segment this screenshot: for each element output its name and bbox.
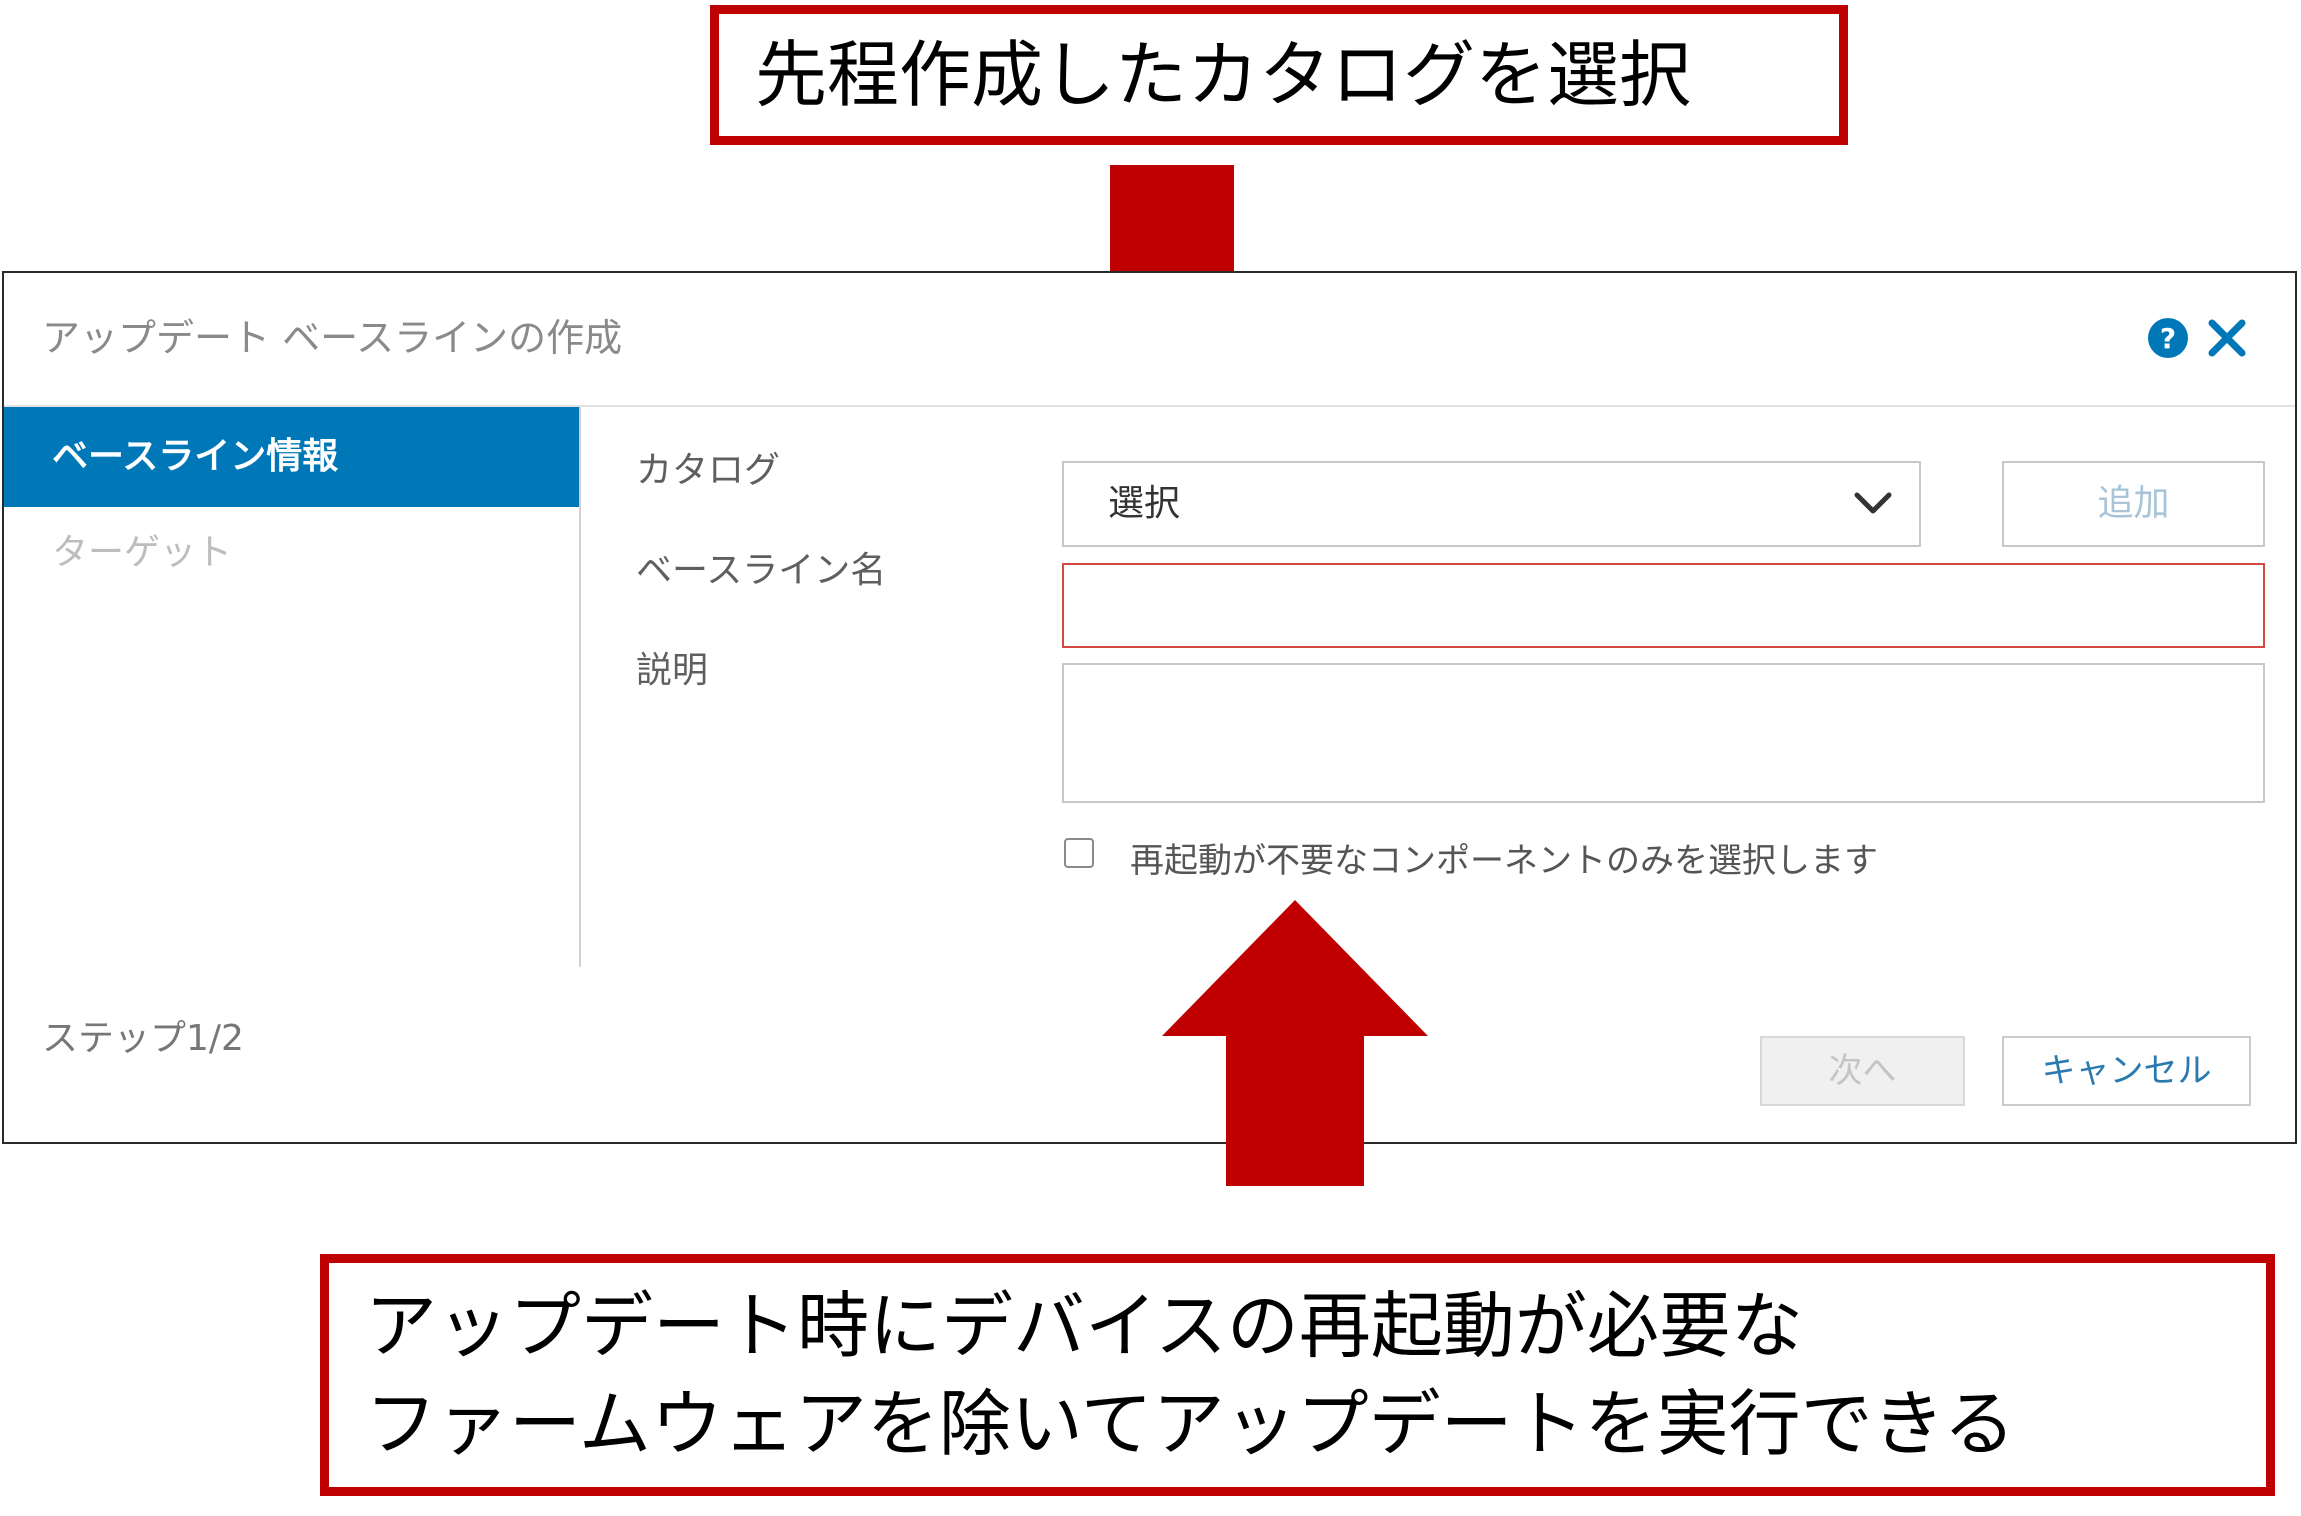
sidebar-item-baseline-info[interactable]: ベースライン情報 bbox=[4, 407, 579, 507]
baseline-name-label: ベースライン名 bbox=[636, 550, 887, 591]
annotation-text-top: 先程作成したカタログを選択 bbox=[755, 33, 1692, 117]
catalog-select[interactable]: 選択 bbox=[1062, 461, 1921, 547]
annotation-callout-bottom: アップデート時にデバイスの再起動が必要な ファームウェアを除いてアップデートを実… bbox=[320, 1254, 2275, 1496]
reboot-not-required-label[interactable]: 再起動が不要なコンポーネントのみを選択します bbox=[1130, 833, 1878, 882]
reboot-not-required-checkbox[interactable] bbox=[1064, 838, 1094, 868]
add-button[interactable]: 追加 bbox=[2002, 461, 2265, 547]
wizard-sidebar: ベースライン情報 ターゲット bbox=[4, 407, 581, 967]
create-baseline-dialog: アップデート ベースラインの作成 ? ベースライン情報 ターゲット カタログ 選… bbox=[2, 271, 2297, 1144]
chevron-down-icon bbox=[1854, 492, 1892, 514]
description-label: 説明 bbox=[636, 650, 709, 691]
step-indicator: ステップ1/2 bbox=[42, 1018, 244, 1059]
dialog-title: アップデート ベースラインの作成 bbox=[42, 316, 623, 360]
baseline-name-input[interactable] bbox=[1062, 563, 2265, 648]
close-icon[interactable] bbox=[2206, 317, 2248, 359]
annotation-arrow-up bbox=[1162, 900, 1428, 1186]
annotation-text-bottom-line-1: アップデート時にデバイスの再起動が必要な bbox=[365, 1284, 1803, 1368]
catalog-select-value: 選択 bbox=[1108, 483, 1181, 524]
description-textarea[interactable] bbox=[1062, 663, 2265, 803]
annotation-callout-top: 先程作成したカタログを選択 bbox=[710, 5, 1848, 145]
svg-text:?: ? bbox=[2160, 322, 2176, 355]
cancel-button[interactable]: キャンセル bbox=[2002, 1036, 2251, 1106]
annotation-text-bottom-line-2: ファームウェアを除いてアップデートを実行できる bbox=[365, 1382, 2016, 1466]
help-icon[interactable]: ? bbox=[2147, 317, 2189, 359]
sidebar-item-target[interactable]: ターゲット bbox=[4, 507, 579, 599]
next-button[interactable]: 次へ bbox=[1760, 1036, 1965, 1106]
catalog-label: カタログ bbox=[636, 450, 781, 491]
